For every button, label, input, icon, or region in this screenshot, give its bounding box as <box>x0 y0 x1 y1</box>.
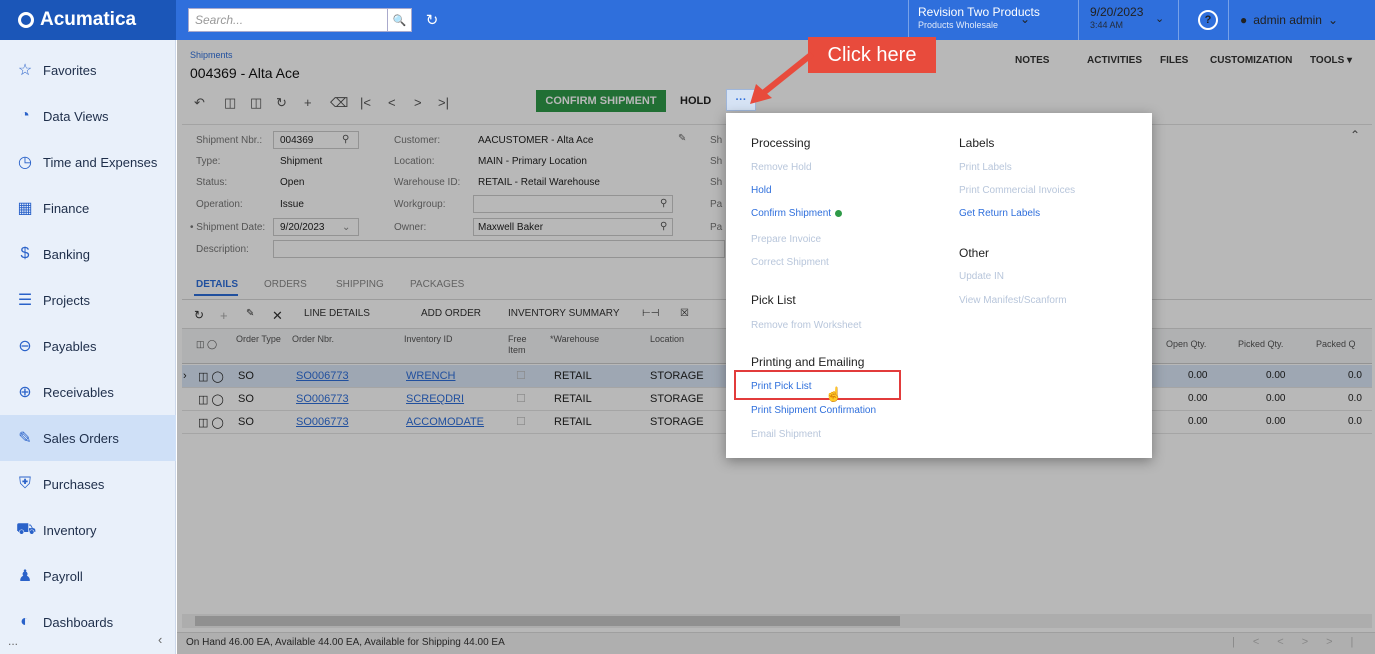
sidebar-item-purchases[interactable]: ⛨ Purchases <box>0 461 176 507</box>
menu-heading-labels: Labels <box>959 136 995 150</box>
menu-heading-pick-list: Pick List <box>751 293 796 307</box>
minus-circle-icon: ⊖ <box>18 338 32 355</box>
history-icon[interactable]: ↻ <box>420 8 444 32</box>
menu-item-print-shipment-confirmation[interactable]: Print Shipment Confirmation <box>751 405 876 416</box>
callout-arrow <box>750 51 814 104</box>
divider <box>1078 0 1079 40</box>
sidebar-item-sales-orders[interactable]: ✎ Sales Orders <box>0 415 176 461</box>
user-menu[interactable]: ● admin admin ⌄ <box>1240 13 1338 27</box>
clock-icon: ◷ <box>18 154 32 171</box>
payroll-icon: ♟ <box>17 568 33 585</box>
pie-chart-icon: ◔ <box>20 107 30 124</box>
sidebar-item-time-and-expenses[interactable]: ◷ Time and Expenses <box>0 139 176 185</box>
menu-heading-printing: Printing and Emailing <box>751 355 865 369</box>
sidebar-item-projects[interactable]: ☰ Projects <box>0 277 176 323</box>
sidebar-item-finance[interactable]: ▦ Finance <box>0 185 176 231</box>
chevron-down-icon: ⌄ <box>1327 13 1339 27</box>
sidebar-item-receivables[interactable]: ⊕ Receivables <box>0 369 176 415</box>
search-icon[interactable]: 🔍 <box>388 8 412 32</box>
projects-icon: ☰ <box>17 292 33 309</box>
menu-item-get-return-labels[interactable]: Get Return Labels <box>959 208 1040 219</box>
edit-icon: ✎ <box>18 430 32 447</box>
calculator-icon: ▦ <box>17 200 33 217</box>
gauge-icon: ◐ <box>20 613 30 630</box>
menu-heading-other: Other <box>959 246 990 260</box>
more-menu-icon[interactable]: ... <box>8 634 18 648</box>
menu-item-email-shipment[interactable]: Email Shipment <box>751 429 821 440</box>
dollar-icon: $ <box>20 245 30 262</box>
sidebar-item-favorites[interactable]: ☆ Favorites <box>0 47 176 93</box>
user-icon: ● <box>1240 13 1248 27</box>
status-dot-icon <box>835 209 843 217</box>
divider <box>1228 0 1229 40</box>
menu-item-view-manifest[interactable]: View Manifest/Scanform <box>959 295 1067 306</box>
sidebar-item-payables[interactable]: ⊖ Payables <box>0 323 176 369</box>
sidebar-item-dashboards[interactable]: ◐ Dashboards <box>0 599 176 645</box>
sidebar: ☆ Favorites ◔ Data Views ◷ Time and Expense… <box>0 40 176 654</box>
highlight-box <box>734 370 901 400</box>
chevron-down-icon[interactable]: ⌄ <box>1020 12 1030 26</box>
logo-icon <box>18 12 34 28</box>
menu-item-update-in[interactable]: Update IN <box>959 271 1004 282</box>
menu-heading-processing: Processing <box>751 136 811 150</box>
menu-item-remove-from-worksheet[interactable]: Remove from Worksheet <box>751 320 861 331</box>
menu-item-correct-shipment[interactable]: Correct Shipment <box>751 257 829 268</box>
search-input[interactable]: Search... <box>188 8 388 32</box>
app-logo[interactable]: Acumatica <box>0 0 176 40</box>
menu-item-remove-hold[interactable]: Remove Hold <box>751 162 812 173</box>
menu-item-print-labels[interactable]: Print Labels <box>959 162 1012 173</box>
menu-item-hold[interactable]: Hold <box>751 185 772 196</box>
collapse-sidebar-icon[interactable]: ‹ <box>158 632 162 647</box>
chevron-down-icon[interactable]: ⌄ <box>1155 12 1164 25</box>
sidebar-item-data-views[interactable]: ◔ Data Views <box>0 93 176 139</box>
star-icon: ☆ <box>17 62 33 79</box>
click-here-callout: Click here <box>808 37 936 73</box>
divider <box>1178 0 1179 40</box>
sidebar-item-inventory[interactable]: ⛟ Inventory <box>0 507 176 553</box>
business-date[interactable]: 9/20/2023 3:44 AM <box>1090 6 1143 32</box>
truck-icon: ⛟ <box>16 521 37 538</box>
cart-icon: ⛨ <box>18 475 31 492</box>
menu-item-confirm-shipment[interactable]: Confirm Shipment <box>751 208 843 219</box>
plus-circle-icon: ⊕ <box>18 384 32 401</box>
hand-cursor-icon: ☝ <box>825 386 843 402</box>
divider <box>908 0 909 40</box>
help-icon[interactable]: ? <box>1198 10 1218 30</box>
sidebar-item-banking[interactable]: $ Banking <box>0 231 176 277</box>
menu-item-prepare-invoice[interactable]: Prepare Invoice <box>751 234 821 245</box>
menu-item-print-commercial-invoices[interactable]: Print Commercial Invoices <box>959 185 1075 196</box>
sidebar-item-payroll[interactable]: ♟ Payroll <box>0 553 176 599</box>
